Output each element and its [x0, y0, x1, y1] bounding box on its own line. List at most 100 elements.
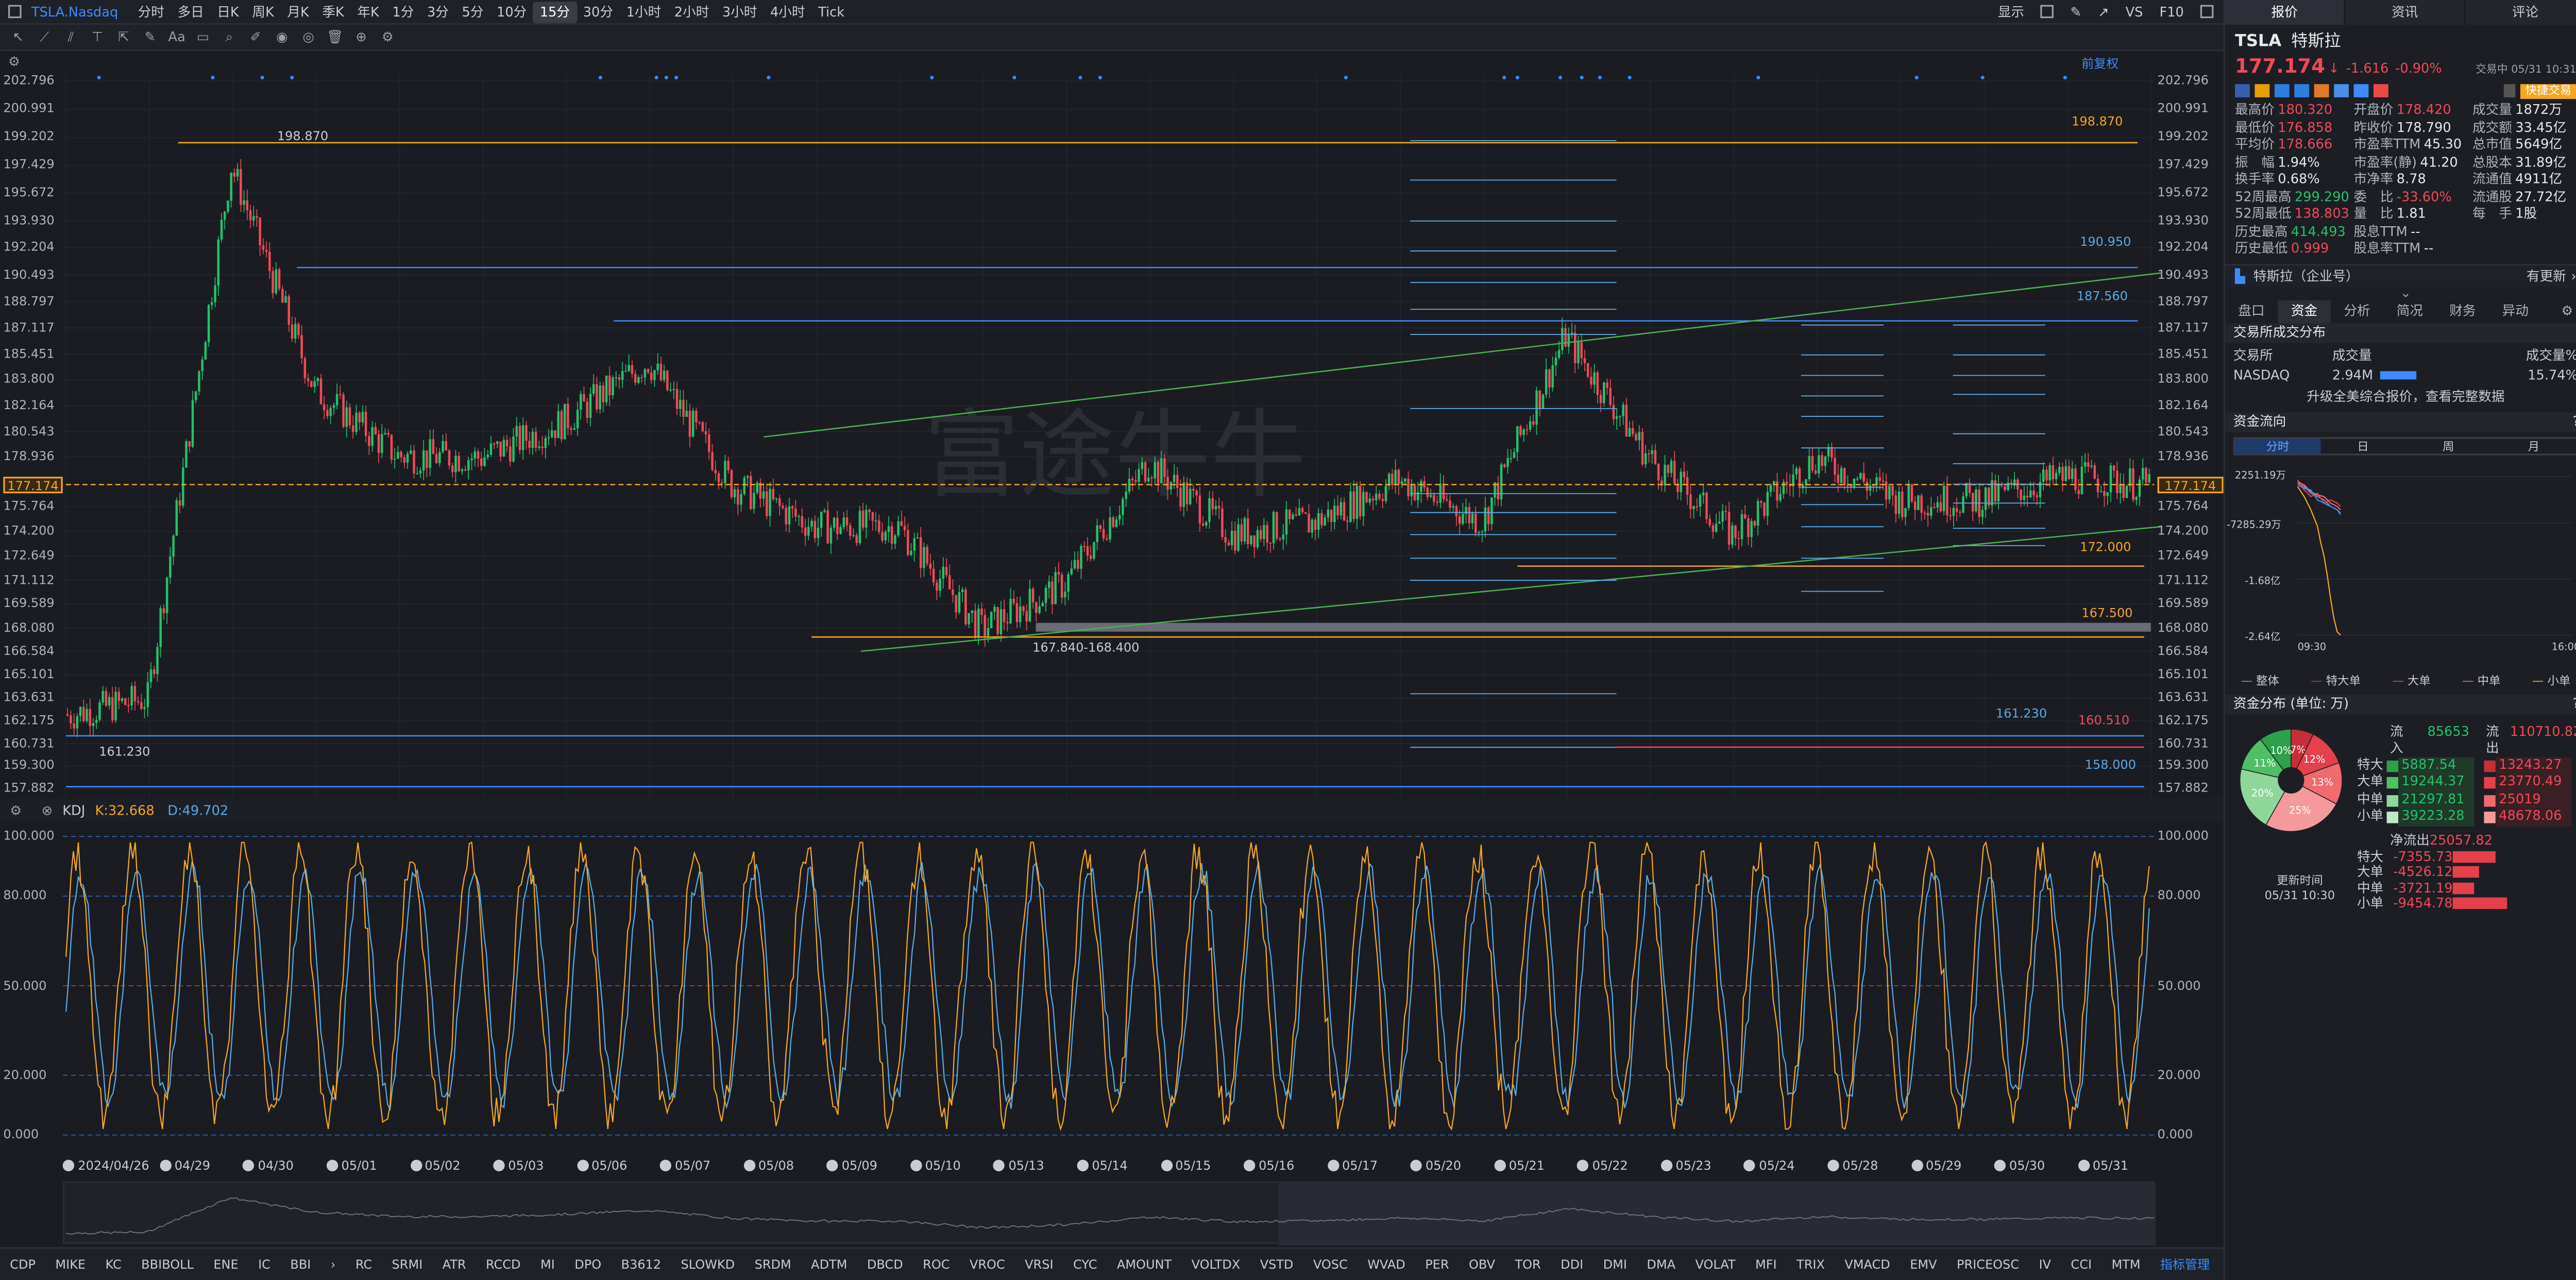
fib-tool-icon[interactable]: ⊤ — [89, 29, 106, 45]
channel-tool-icon[interactable]: ⫽ — [63, 29, 79, 45]
flow-tab-1[interactable]: 日 — [2320, 438, 2406, 453]
adjust-mode[interactable]: 前复权 — [2081, 55, 2119, 73]
indicator-adtm[interactable]: ADTM — [801, 1253, 857, 1276]
indicator-kc[interactable]: KC — [95, 1253, 131, 1276]
indicator-mtm[interactable]: MTM — [2102, 1253, 2150, 1276]
indicator-vosc[interactable]: VOSC — [1303, 1253, 1358, 1276]
indicator-srdm[interactable]: SRDM — [744, 1253, 801, 1276]
indicator-dbcd[interactable]: DBCD — [857, 1253, 913, 1276]
tab-tf-13[interactable]: 1小时 — [620, 1, 668, 23]
tab-quote[interactable]: 报价 — [2225, 0, 2346, 25]
subtab-3[interactable]: 简况 — [2383, 299, 2436, 323]
indicator-settings-icon[interactable]: ⚙ — [10, 803, 22, 818]
tab-tf-7[interactable]: 1分 — [386, 1, 421, 23]
indicator-wvad[interactable]: WVAD — [1358, 1253, 1415, 1276]
chart-settings-icon[interactable]: ⚙ — [8, 55, 20, 70]
kdj-title[interactable]: KDJ — [62, 803, 85, 818]
indicator-rc[interactable]: RC — [346, 1253, 382, 1276]
candlestick-chart[interactable]: 富途牛牛 — [0, 51, 2224, 799]
compass-icon[interactable]: ⊕ — [353, 29, 369, 45]
flow-tab-3[interactable]: 月 — [2491, 438, 2576, 453]
quick-trade-button[interactable]: 快捷交易 — [2520, 84, 2576, 99]
layout-icon[interactable] — [2041, 5, 2054, 19]
subtab-2[interactable]: 分析 — [2331, 299, 2383, 323]
scroll-right-icon[interactable]: › — [321, 1253, 346, 1276]
trash-icon[interactable]: 🗑 — [327, 29, 344, 45]
brush-icon[interactable]: ✐ — [247, 29, 264, 45]
display-menu[interactable]: 显示 — [1998, 3, 2024, 21]
indicator-vmacd[interactable]: VMACD — [1835, 1253, 1900, 1276]
indicator-srmi[interactable]: SRMI — [382, 1253, 432, 1276]
indicator-atr[interactable]: ATR — [432, 1253, 476, 1276]
indicator-priceosc[interactable]: PRICEOSC — [1947, 1253, 2029, 1276]
tab-tf-17[interactable]: Tick — [811, 1, 851, 23]
indicator-mfi[interactable]: MFI — [1745, 1253, 1787, 1276]
flow-tab-0[interactable]: 分时 — [2235, 437, 2320, 453]
tab-tf-2[interactable]: 日K — [210, 1, 245, 23]
kdj-chart[interactable] — [0, 821, 2224, 1155]
zoom-icon[interactable]: ⌕ — [221, 29, 238, 45]
indicator-ene[interactable]: ENE — [204, 1253, 248, 1276]
tab-tf-11[interactable]: 15分 — [533, 1, 577, 23]
line-tool-icon[interactable]: ⟋ — [36, 29, 53, 45]
indicator-mike[interactable]: MIKE — [45, 1253, 95, 1276]
indicator-mi[interactable]: MI — [531, 1253, 565, 1276]
update-link[interactable]: 有更新 — [2527, 266, 2566, 284]
indicator-manage-button[interactable]: 指标管理 — [2150, 1253, 2219, 1276]
subtab-5[interactable]: 异动 — [2489, 299, 2541, 323]
subtab-4[interactable]: 财务 — [2436, 299, 2489, 323]
cursor-icon[interactable]: ↖ — [10, 29, 26, 45]
f10-button[interactable]: F10 — [2159, 4, 2183, 19]
indicator-amount[interactable]: AMOUNT — [1107, 1253, 1182, 1276]
indicator-cdp[interactable]: CDP — [0, 1253, 45, 1276]
vs-button[interactable]: VS — [2126, 4, 2143, 19]
chevron-down-icon[interactable]: ⌄ — [2225, 285, 2576, 299]
indicator-vrsi[interactable]: VRSI — [1015, 1253, 1063, 1276]
subtab-1[interactable]: 资金 — [2278, 299, 2331, 323]
shape-tool-icon[interactable]: ▭ — [195, 29, 211, 45]
indicator-trix[interactable]: TRIX — [1787, 1253, 1835, 1276]
indicator-dma[interactable]: DMA — [1637, 1253, 1685, 1276]
tab-tf-9[interactable]: 5分 — [455, 1, 490, 23]
flow-tab-2[interactable]: 周 — [2405, 438, 2491, 453]
tab-news[interactable]: 资讯 — [2345, 0, 2466, 25]
tab-tf-1[interactable]: 多日 — [171, 1, 211, 23]
indicator-cci[interactable]: CCI — [2061, 1253, 2102, 1276]
range-navigator[interactable] — [62, 1181, 2156, 1246]
indicator-bbiboll[interactable]: BBIBOLL — [131, 1253, 204, 1276]
indicator-tor[interactable]: TOR — [1505, 1253, 1551, 1276]
tab-tf-14[interactable]: 2小时 — [668, 1, 716, 23]
indicator-per[interactable]: PER — [1415, 1253, 1459, 1276]
tab-tf-10[interactable]: 10分 — [490, 1, 533, 23]
visibility-icon[interactable]: ◎ — [300, 29, 317, 45]
indicator-dmi[interactable]: DMI — [1593, 1253, 1637, 1276]
tab-tf-4[interactable]: 月K — [281, 1, 316, 23]
indicator-slowkd[interactable]: SLOWKD — [671, 1253, 744, 1276]
indicator-vstd[interactable]: VSTD — [1250, 1253, 1303, 1276]
indicator-b3612[interactable]: B3612 — [611, 1253, 671, 1276]
pen-icon[interactable]: ✎ — [2071, 4, 2081, 19]
draw-icon[interactable]: ↗ — [2098, 4, 2109, 19]
expand-icon[interactable] — [2200, 5, 2214, 19]
indicator-emv[interactable]: EMV — [1900, 1253, 1947, 1276]
sidebar-toggle-icon[interactable] — [8, 5, 22, 19]
tab-tf-0[interactable]: 分时 — [131, 1, 171, 23]
measure-tool-icon[interactable]: ⇱ — [115, 29, 132, 45]
tab-comments[interactable]: 评论 — [2466, 0, 2576, 25]
indicator-obv[interactable]: OBV — [1459, 1253, 1505, 1276]
indicator-dpo[interactable]: DPO — [565, 1253, 611, 1276]
help-icon[interactable]: ? — [2573, 694, 2576, 713]
help-icon[interactable]: ? — [2573, 412, 2576, 431]
close-icon[interactable]: ⊗ — [42, 803, 53, 818]
tab-tf-6[interactable]: 年K — [351, 1, 386, 23]
indicator-cyc[interactable]: CYC — [1063, 1253, 1107, 1276]
indicator-iv[interactable]: IV — [2029, 1253, 2061, 1276]
indicator-rccd[interactable]: RCCD — [476, 1253, 531, 1276]
tab-tf-16[interactable]: 4小时 — [764, 1, 811, 23]
indicator-roc[interactable]: ROC — [913, 1253, 960, 1276]
tab-tf-5[interactable]: 季K — [316, 1, 351, 23]
tab-tf-12[interactable]: 30分 — [577, 1, 620, 23]
settings-icon[interactable]: ⚙ — [379, 29, 396, 45]
indicator-ddi[interactable]: DDI — [1551, 1253, 1593, 1276]
pen-tool-icon[interactable]: ✎ — [142, 29, 158, 45]
